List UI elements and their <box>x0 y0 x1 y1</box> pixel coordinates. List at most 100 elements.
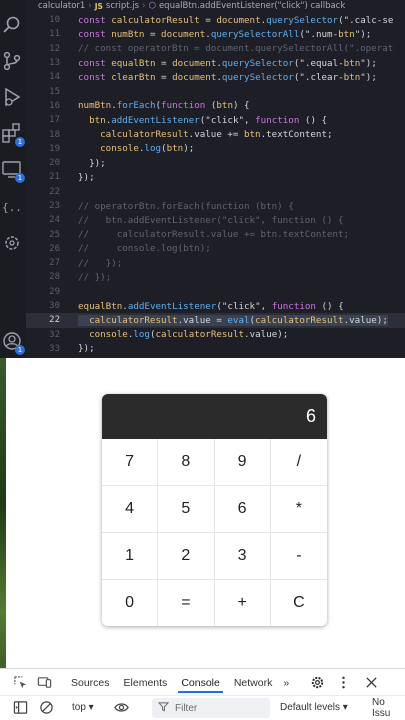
source-control-icon[interactable] <box>1 50 23 72</box>
calc-screen[interactable] <box>102 394 327 439</box>
code-line[interactable]: 12 // const operatorBtn = document.queryS… <box>26 42 405 56</box>
console-toolbar: top ▾ Default levels ▾ No Issu <box>0 695 405 719</box>
line-number: 14 <box>49 72 60 83</box>
line-number: 11 <box>49 29 60 40</box>
calc-button-grid: 7 8 9/ 4 5 6 * 1 2 3- 0 = + C <box>102 439 327 626</box>
run-debug-icon[interactable] <box>1 86 23 108</box>
breadcrumb-symbol[interactable]: equalBtn.addEventListener("click") callb… <box>159 1 345 11</box>
line-number: 30 <box>49 301 60 312</box>
code-line[interactable]: 22 <box>26 185 405 199</box>
json-braces-icon[interactable]: {..} <box>1 196 23 218</box>
code-line[interactable]: 22 calculatorResult.value = eval(calcula… <box>26 313 405 328</box>
svg-text:{..}: {..} <box>2 201 23 214</box>
calc-button[interactable]: = <box>158 580 215 626</box>
line-number: 24 <box>49 215 60 226</box>
clear-console-icon[interactable] <box>38 700 54 716</box>
inspect-element-icon[interactable] <box>12 674 28 690</box>
calc-button[interactable]: - <box>270 533 327 580</box>
calc-button[interactable]: 2 <box>158 533 215 580</box>
code-text: equalBtn.addEventListener("click", funct… <box>78 300 344 312</box>
more-tabs-button[interactable]: » <box>279 669 293 695</box>
issues-counter[interactable]: No Issu <box>372 697 405 719</box>
calc-button[interactable]: 4 <box>102 486 159 533</box>
code-line[interactable]: 21}); <box>26 170 405 184</box>
code-lines[interactable]: 10 const calculatorResult = document.quer… <box>26 13 405 356</box>
calc-button[interactable]: + <box>214 580 271 626</box>
code-line[interactable]: 18 calculatorResult.value += btn.textCon… <box>26 127 405 141</box>
account-icon[interactable]: 1 <box>1 330 25 355</box>
calc-button[interactable]: 8 <box>158 439 215 486</box>
code-line[interactable]: 10 const calculatorResult = document.quer… <box>26 13 405 27</box>
settings-sync-icon[interactable] <box>1 232 23 254</box>
line-number: 28 <box>49 272 60 283</box>
remote-badge: 1 <box>15 173 25 183</box>
code-line[interactable]: 32 console.log(calculatorResult.value); <box>26 328 405 342</box>
devtools-panel: SourcesElementsConsoleNetwork » top ▾ De <box>0 668 405 720</box>
calc-button[interactable]: 9 <box>214 439 271 486</box>
line-number: 20 <box>49 158 60 169</box>
code-line[interactable]: 26 // console.log(btn); <box>26 242 405 256</box>
device-toolbar-icon[interactable] <box>36 674 52 690</box>
code-line[interactable]: 24 // btn.addEventListener("click", funct… <box>26 213 405 227</box>
calc-button[interactable]: 7 <box>102 439 159 486</box>
code-line[interactable]: 19 console.log(btn); <box>26 142 405 156</box>
code-line[interactable]: 23 // operatorBtn.forEach(function (btn) … <box>26 199 405 213</box>
calc-button[interactable]: 0 <box>102 580 159 626</box>
eye-icon[interactable] <box>114 700 130 716</box>
code-text: numBtn.forEach(function (btn) { <box>78 100 250 112</box>
code-line[interactable]: 17 btn.addEventListener("click", functio… <box>26 113 405 127</box>
code-line[interactable]: 30 equalBtn.addEventListener("click", fun… <box>26 299 405 313</box>
close-icon[interactable] <box>363 674 379 690</box>
context-selector[interactable]: top ▾ <box>72 702 94 713</box>
devtools-tab-bar: Sources Elements Console Network » <box>0 669 405 695</box>
tab-console[interactable]: Console <box>174 669 227 695</box>
symbol-method-icon: ⬡ <box>148 1 156 11</box>
gear-icon[interactable] <box>309 674 325 690</box>
search-icon[interactable] <box>1 14 23 36</box>
remote-explorer-icon[interactable]: 1 <box>1 158 25 183</box>
breadcrumb-file[interactable]: script.js <box>106 1 139 11</box>
code-line[interactable]: 28 // }); <box>26 270 405 284</box>
calculator: 789/ 456* 123- 0=+C <box>102 394 327 626</box>
tab-network[interactable]: Network <box>227 669 280 695</box>
calc-button[interactable]: 1 <box>102 533 159 580</box>
line-number: 32 <box>49 329 60 340</box>
code-line[interactable]: 15 <box>26 84 405 98</box>
log-levels-dropdown[interactable]: Default levels ▾ <box>280 702 348 713</box>
filter-input[interactable] <box>175 702 265 714</box>
calc-button[interactable]: 6 <box>214 486 271 533</box>
code-text: const equalBtn = document.querySelector(… <box>78 57 377 69</box>
code-text: btn.addEventListener("click", function (… <box>89 114 328 126</box>
code-text: // calculatorResult.value += btn.textCon… <box>78 229 350 241</box>
sidebar-toggle-icon[interactable] <box>12 700 28 716</box>
code-line[interactable]: 33}); <box>26 342 405 356</box>
calc-button[interactable]: 5 <box>158 486 215 533</box>
extensions-icon[interactable]: 1 <box>1 122 25 147</box>
js-file-icon: JS <box>94 1 103 11</box>
account-badge: 1 <box>15 345 25 355</box>
line-number: 22 <box>49 315 60 326</box>
calc-button[interactable]: C <box>270 580 327 626</box>
tab-sources[interactable]: Sources <box>64 669 117 695</box>
code-line[interactable]: 20 }); <box>26 156 405 170</box>
code-text: // operatorBtn.forEach(function (btn) { <box>78 200 294 212</box>
tab-elements[interactable]: Elements <box>117 669 175 695</box>
calc-button[interactable]: * <box>270 486 327 533</box>
code-line[interactable]: 11 const numBtn = document.querySelectorA… <box>26 27 405 41</box>
calc-button[interactable]: 3 <box>214 533 271 580</box>
line-number: 29 <box>49 286 60 297</box>
code-line[interactable]: 25 // calculatorResult.value += btn.textC… <box>26 227 405 241</box>
breadcrumb-folder[interactable]: calculator1 <box>38 1 85 11</box>
code-text: console.log(btn); <box>100 143 195 155</box>
code-line[interactable]: 13 const equalBtn = document.querySelecto… <box>26 56 405 70</box>
code-line[interactable]: 16 numBtn.forEach(function (btn) { <box>26 99 405 113</box>
calc-button[interactable]: / <box>270 439 327 486</box>
code-line[interactable]: 27 // }); <box>26 256 405 270</box>
code-text: calculatorResult.value += btn.textConten… <box>100 129 333 141</box>
line-number: 17 <box>49 115 60 126</box>
code-line[interactable]: 14 const clearBtn = document.querySelecto… <box>26 70 405 84</box>
kebab-menu-icon[interactable] <box>335 674 351 690</box>
filter-box <box>152 698 270 718</box>
code-line[interactable]: 29 <box>26 285 405 299</box>
code-text: // console.log(btn); <box>78 243 211 255</box>
